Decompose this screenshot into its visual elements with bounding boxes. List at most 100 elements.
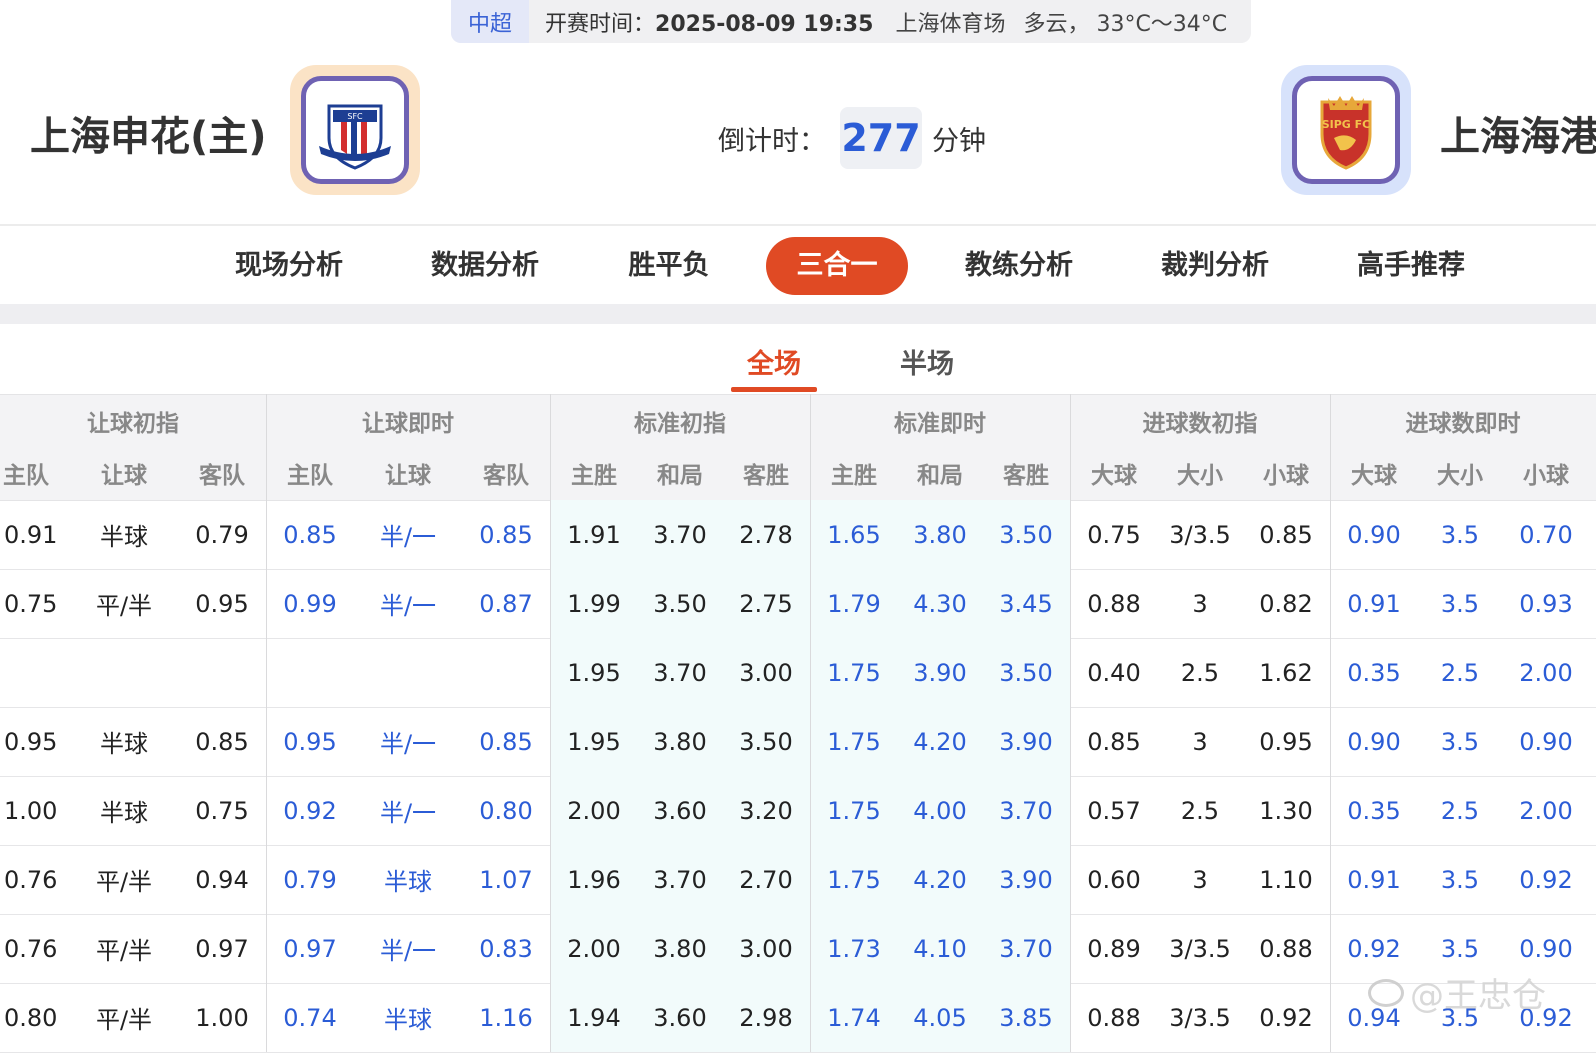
league-label[interactable]: 中超 [451, 0, 529, 43]
odds-cell: 1.73 [827, 934, 881, 963]
odds-cell: 半/一 [379, 592, 437, 620]
odds-row[interactable]: 0.76 平/半 0.94 0.79 半球 1.07 1.96 3.70 2.70 1.75 4.2… [0, 845, 1596, 915]
tab-expert-picks[interactable]: 高手推荐 [1340, 237, 1482, 295]
odds-cell: 3.50 [739, 727, 793, 756]
odds-row[interactable]: 0.75 平/半 0.95 0.99 半/一 0.87 1.99 3.50 2.75 1.79 4.… [0, 569, 1596, 639]
subtab-full-time[interactable]: 全场 [731, 342, 817, 381]
odds-cell: 半球 [384, 1006, 432, 1034]
odds-cell: 4.10 [913, 934, 967, 963]
subtab-half-time[interactable]: 半场 [884, 342, 970, 381]
column-header: 客队 [199, 463, 245, 489]
odds-row[interactable]: 0.80 平/半 1.00 0.74 半球 1.16 1.94 3.60 2.98 1.74 4.0… [0, 983, 1596, 1053]
odds-cell: 4.20 [913, 727, 967, 756]
odds-cell [177, 638, 267, 707]
odds-cell: 3.50 [999, 520, 1053, 549]
odds-cell: 0.95 [283, 727, 337, 756]
countdown-value: 277 [840, 107, 922, 169]
tab-three-in-one[interactable]: 三合一 [766, 237, 908, 295]
column-header: 大球 [1091, 463, 1137, 489]
odds-cell: 0.94 [195, 865, 249, 894]
away-team-logo[interactable]: SIPG FC [1281, 65, 1411, 195]
tab-live-analysis[interactable]: 现场分析 [218, 237, 360, 295]
home-logo-text: SFC [347, 112, 363, 121]
odds-cell: 半/一 [379, 799, 437, 827]
home-team-name[interactable]: 上海申花(主) [30, 104, 267, 162]
odds-cell: 0.60 [1087, 865, 1141, 894]
odds-cell: 3.70 [653, 865, 707, 894]
group-divider [1330, 394, 1331, 1052]
column-header-row: 主队 让球 客队 主队 让球 客队 主胜 和局 客胜 主胜 和局 客胜 大球 大小 小球 大球 大小 小球 [0, 446, 1596, 501]
odds-cell: 2.98 [739, 1003, 793, 1032]
away-team-name[interactable]: 上海海港 [1440, 104, 1596, 162]
odds-cell: 4.05 [913, 1003, 967, 1032]
odds-row[interactable]: 1.00 半球 0.75 0.92 半/一 0.80 2.00 3.60 3.20 1.75 4.0… [0, 776, 1596, 846]
odds-cell: 0.92 [1519, 865, 1573, 894]
column-header: 让球 [101, 463, 147, 489]
odds-cell [461, 638, 551, 707]
odds-cell: 2.70 [739, 865, 793, 894]
group-header: 让球初指 [87, 411, 179, 437]
odds-cell: 3.60 [653, 1003, 707, 1032]
odds-cell: 0.85 [479, 520, 533, 549]
odds-cell: 0.95 [1259, 727, 1313, 756]
odds-cell: 0.85 [1259, 520, 1313, 549]
odds-cell: 0.92 [283, 796, 337, 825]
odds-cell: 半/一 [379, 937, 437, 965]
odds-cell: 1.94 [567, 1003, 621, 1032]
odds-row[interactable]: 1.95 3.70 3.00 1.75 3.90 3.50 0.40 2.5 1.62 0.35 2… [0, 638, 1596, 708]
odds-cell: 0.85 [1087, 727, 1141, 756]
odds-cell: 0.85 [283, 520, 337, 549]
subtab-active-indicator [731, 387, 817, 392]
away-logo-text: SIPG FC [1322, 118, 1371, 131]
odds-cell: 0.87 [479, 589, 533, 618]
odds-cell: 3/3.5 [1169, 1003, 1231, 1032]
column-header: 小球 [1263, 463, 1309, 489]
shenhua-crest-icon: SFC [319, 104, 391, 170]
odds-cell: 平/半 [95, 1006, 153, 1034]
odds-row[interactable]: 0.95 半球 0.85 0.95 半/一 0.85 1.95 3.80 3.50 1.75 4.2… [0, 707, 1596, 777]
venue: 上海体育场 [895, 11, 1006, 37]
odds-cell: 3.90 [999, 727, 1053, 756]
odds-cell: 3.50 [999, 658, 1053, 687]
group-header: 进球数即时 [1405, 411, 1521, 437]
odds-cell: 半球 [384, 868, 432, 896]
odds-cell: 2.00 [567, 796, 621, 825]
weibo-icon [1368, 978, 1404, 1007]
odds-cell: 0.88 [1259, 934, 1313, 963]
home-team-logo[interactable]: SFC [290, 65, 420, 195]
odds-cell: 3 [1192, 589, 1208, 618]
odds-row[interactable]: 0.76 平/半 0.97 0.97 半/一 0.83 2.00 3.80 3.00 1.73 4.… [0, 914, 1596, 984]
tab-coach-analysis[interactable]: 教练分析 [948, 237, 1090, 295]
column-header: 客胜 [1003, 463, 1049, 489]
odds-row[interactable]: 0.91 半球 0.79 0.85 半/一 0.85 1.91 3.70 2.78 1.65 3.8… [0, 500, 1596, 570]
odds-cell: 3.70 [999, 796, 1053, 825]
odds-cell: 3 [1192, 727, 1208, 756]
odds-cell: 平/半 [95, 592, 153, 620]
column-header: 主队 [287, 463, 333, 489]
odds-cell: 1.74 [827, 1003, 881, 1032]
group-divider [810, 394, 811, 1052]
odds-cell: 3.50 [653, 589, 707, 618]
sipg-crest-icon: SIPG FC [1320, 96, 1372, 170]
odds-cell: 0.57 [1087, 796, 1141, 825]
odds-cell: 3.85 [999, 1003, 1053, 1032]
odds-cell: 0.75 [195, 796, 249, 825]
odds-cell: 2.78 [739, 520, 793, 549]
odds-cell: 0.85 [195, 727, 249, 756]
watermark-text: @王忠仓 [1410, 976, 1546, 1016]
odds-cell: 0.79 [283, 865, 337, 894]
tab-referee-analysis[interactable]: 裁判分析 [1144, 237, 1286, 295]
tab-win-draw-lose[interactable]: 胜平负 [598, 237, 740, 295]
odds-cell: 1.30 [1259, 796, 1313, 825]
odds-cell: 4.00 [913, 796, 967, 825]
odds-cell: 半球 [100, 730, 148, 758]
odds-cell: 3.70 [653, 520, 707, 549]
column-header: 大小 [1177, 463, 1223, 489]
odds-cell: 0.90 [1519, 727, 1573, 756]
tab-data-analysis[interactable]: 数据分析 [414, 237, 556, 295]
odds-cell: 3.80 [653, 934, 707, 963]
odds-cell: 1.75 [827, 727, 881, 756]
odds-cell: 0.99 [283, 589, 337, 618]
odds-cell [363, 638, 453, 707]
column-header: 小球 [1523, 463, 1569, 489]
